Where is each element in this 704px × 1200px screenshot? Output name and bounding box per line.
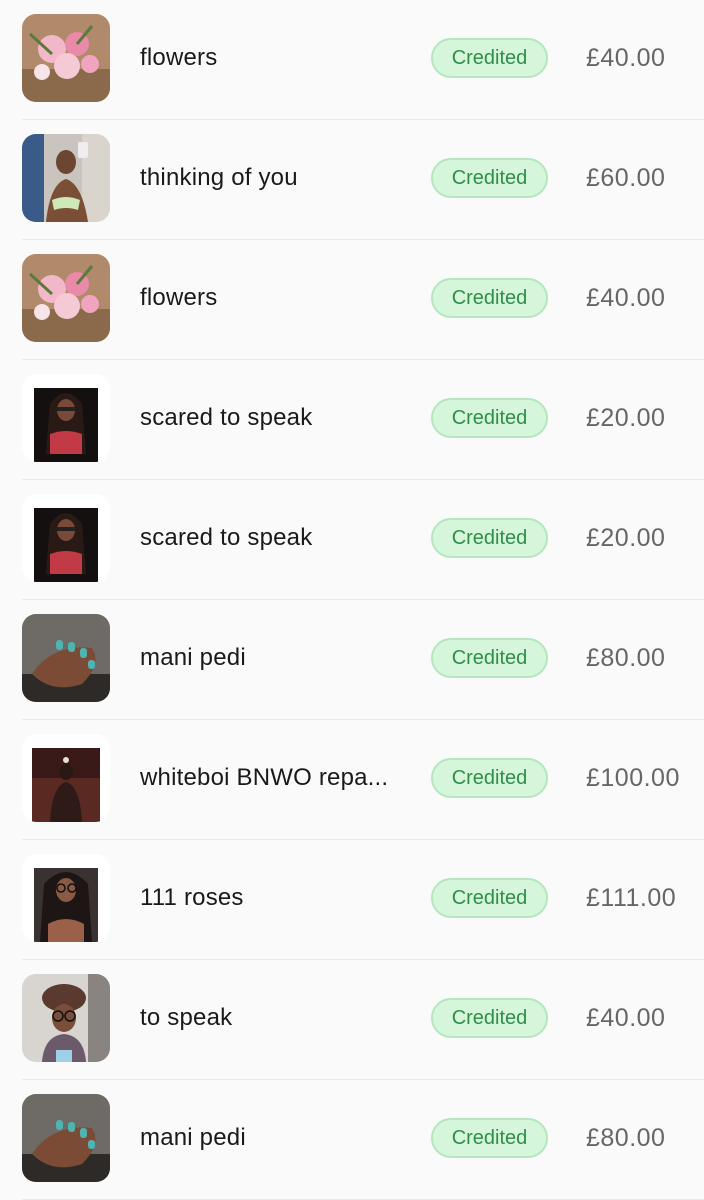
- flower-bouquet-icon: [22, 14, 110, 102]
- status-badge: Credited: [431, 638, 548, 678]
- mirror-selfie-thumbnail: [22, 134, 110, 222]
- manicure-icon: [22, 1094, 110, 1182]
- manicure-icon: [22, 614, 110, 702]
- transaction-amount: £100.00: [586, 764, 680, 792]
- status-badge: Credited: [431, 518, 548, 558]
- transaction-title: mani pedi: [140, 644, 246, 671]
- selfie-icon: [22, 974, 110, 1062]
- status-badge: Credited: [431, 878, 548, 918]
- flower-bouquet-thumbnail: [22, 254, 110, 342]
- artwork-thumbnail: [22, 734, 110, 822]
- transaction-title: scared to speak: [140, 404, 313, 431]
- transaction-row[interactable]: scared to speak Credited £20.00: [0, 360, 704, 480]
- transaction-amount: £80.00: [586, 1124, 666, 1152]
- transaction-title: mani pedi: [140, 1124, 246, 1151]
- portrait-icon: [22, 854, 110, 942]
- transaction-row[interactable]: mani pedi Credited £80.00: [0, 1080, 704, 1200]
- portrait-thumbnail: [22, 374, 110, 462]
- transaction-amount: £60.00: [586, 164, 666, 192]
- transaction-title: to speak: [140, 1004, 233, 1031]
- flower-bouquet-thumbnail: [22, 14, 110, 102]
- transaction-amount: £80.00: [586, 644, 666, 672]
- portrait-icon: [22, 494, 110, 582]
- portrait-icon: [22, 374, 110, 462]
- transaction-row[interactable]: 111 roses Credited £111.00: [0, 840, 704, 960]
- transaction-amount: £40.00: [586, 1004, 666, 1032]
- manicure-thumbnail: [22, 1094, 110, 1182]
- portrait-thumbnail: [22, 854, 110, 942]
- transaction-row[interactable]: mani pedi Credited £80.00: [0, 600, 704, 720]
- transaction-list: flowers Credited £40.00 thinking of you …: [0, 0, 704, 1200]
- transaction-row[interactable]: to speak Credited £40.00: [0, 960, 704, 1080]
- transaction-row[interactable]: flowers Credited £40.00: [0, 240, 704, 360]
- transaction-title: 111 roses: [140, 884, 244, 911]
- transaction-amount: £40.00: [586, 44, 666, 72]
- transaction-row[interactable]: flowers Credited £40.00: [0, 0, 704, 120]
- portrait-thumbnail: [22, 494, 110, 582]
- manicure-thumbnail: [22, 614, 110, 702]
- transaction-title: flowers: [140, 44, 218, 71]
- status-badge: Credited: [431, 398, 548, 438]
- flower-bouquet-icon: [22, 254, 110, 342]
- transaction-row[interactable]: scared to speak Credited £20.00: [0, 480, 704, 600]
- transaction-title: thinking of you: [140, 164, 298, 191]
- status-badge: Credited: [431, 158, 548, 198]
- transaction-amount: £20.00: [586, 524, 666, 552]
- transaction-row[interactable]: thinking of you Credited £60.00: [0, 120, 704, 240]
- status-badge: Credited: [431, 758, 548, 798]
- status-badge: Credited: [431, 998, 548, 1038]
- selfie-thumbnail: [22, 974, 110, 1062]
- transaction-title: whiteboi BNWO repa...: [140, 764, 389, 791]
- status-badge: Credited: [431, 38, 548, 78]
- transaction-title: scared to speak: [140, 524, 313, 551]
- transaction-amount: £20.00: [586, 404, 666, 432]
- status-badge: Credited: [431, 278, 548, 318]
- mirror-selfie-icon: [22, 134, 110, 222]
- artwork-icon: [22, 734, 110, 822]
- status-badge: Credited: [431, 1118, 548, 1158]
- transaction-title: flowers: [140, 284, 218, 311]
- transaction-amount: £40.00: [586, 284, 666, 312]
- transaction-row[interactable]: whiteboi BNWO repa... Credited £100.00: [0, 720, 704, 840]
- transaction-amount: £111.00: [586, 884, 677, 912]
